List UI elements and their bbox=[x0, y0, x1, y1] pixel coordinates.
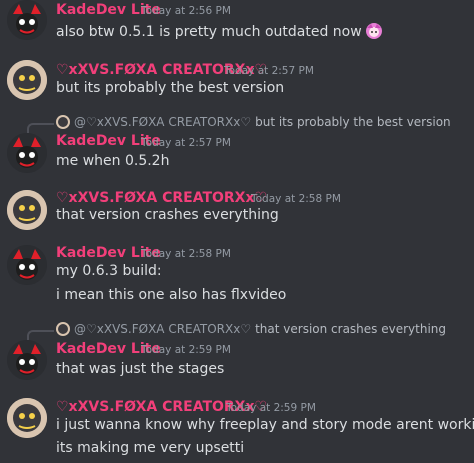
kadedev-avatar[interactable] bbox=[7, 133, 47, 173]
message-text: me when 0.5.2h bbox=[56, 153, 170, 169]
message-text: that version crashes everything bbox=[56, 207, 279, 223]
reply-preview[interactable]: @♡xXVS.FØXA CREATORXx♡ but its probably … bbox=[56, 115, 451, 129]
reply-spine bbox=[27, 123, 54, 133]
reply-author[interactable]: @♡xXVS.FØXA CREATORXx♡ bbox=[74, 322, 251, 336]
timestamp[interactable]: Today at 2:57 PM bbox=[141, 137, 231, 149]
message-text: i just wanna know why freeplay and story… bbox=[56, 417, 474, 433]
timestamp[interactable]: Today at 2:57 PM bbox=[224, 65, 314, 77]
message-text: but its probably the best version bbox=[56, 80, 285, 96]
kadedev-avatar[interactable] bbox=[7, 0, 47, 40]
message-text: also btw 0.5.1 is pretty much outdated n… bbox=[56, 22, 383, 40]
reply-text: that version crashes everything bbox=[255, 322, 447, 336]
message-text: its making me very upsetti bbox=[56, 440, 245, 456]
reply-author[interactable]: @♡xXVS.FØXA CREATORXx♡ bbox=[74, 115, 251, 129]
timestamp[interactable]: Today at 2:58 PM bbox=[251, 193, 341, 205]
kadedev-avatar[interactable] bbox=[7, 340, 47, 380]
xxvs-avatar[interactable] bbox=[7, 398, 47, 438]
message-text: that was just the stages bbox=[56, 361, 225, 377]
reply-text: but its probably the best version bbox=[255, 115, 451, 129]
xxvs-avatar[interactable] bbox=[7, 60, 47, 100]
reply-avatar-icon bbox=[56, 115, 70, 129]
xxvs-avatar[interactable] bbox=[7, 190, 47, 230]
username[interactable]: ♡xXVS.FØXA CREATORXx♡ bbox=[56, 190, 267, 206]
reply-preview[interactable]: @♡xXVS.FØXA CREATORXx♡ that version cras… bbox=[56, 322, 446, 336]
message-text: i mean this one also has flxvideo bbox=[56, 287, 287, 303]
timestamp[interactable]: Today at 2:59 PM bbox=[141, 344, 231, 356]
reply-spine bbox=[27, 330, 54, 340]
reply-avatar-icon bbox=[56, 322, 70, 336]
timestamp[interactable]: Today at 2:58 PM bbox=[141, 248, 231, 260]
kadedev-avatar[interactable] bbox=[7, 245, 47, 285]
anime-girl-emoji-icon[interactable] bbox=[365, 22, 383, 40]
timestamp[interactable]: Today at 2:56 PM bbox=[141, 5, 231, 17]
message-text: my 0.6.3 build: bbox=[56, 263, 162, 279]
timestamp[interactable]: Today at 2:59 PM bbox=[226, 402, 316, 414]
